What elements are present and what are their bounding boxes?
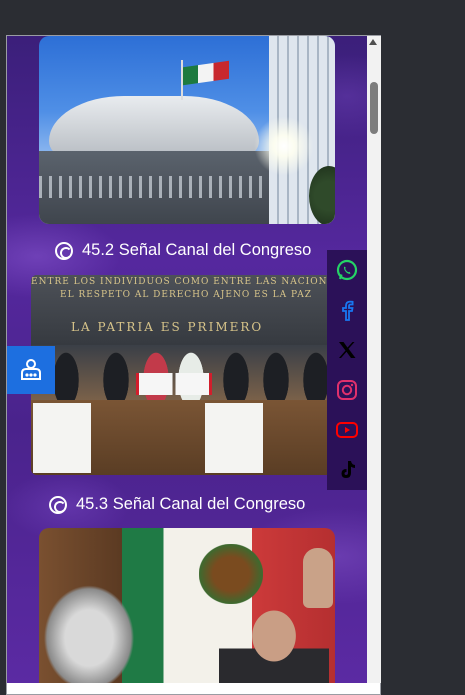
- desk-placard-right: [205, 403, 263, 473]
- desk-placard-left: [33, 403, 91, 473]
- channel-caption-text: 45.2 Señal Canal del Congreso: [82, 241, 312, 259]
- scroll-up-arrow-icon[interactable]: [369, 39, 377, 45]
- news-photo-building[interactable]: [39, 36, 335, 224]
- channel-caption[interactable]: 45.3 Señal Canal del Congreso: [49, 495, 305, 514]
- instagram-icon: [337, 380, 357, 400]
- youtube-icon: [336, 422, 358, 438]
- silver-statue: [39, 568, 149, 683]
- channel-caption-text: 45.3 Señal Canal del Congreso: [76, 495, 306, 513]
- news-photo-speaker[interactable]: [39, 528, 335, 683]
- channel-caption[interactable]: 45.2 Señal Canal del Congreso: [55, 241, 311, 260]
- wall-inscription-line2: EL RESPETO AL DERECHO AJENO ES LA PAZ: [60, 290, 312, 300]
- building-railing: [39, 176, 269, 198]
- youtube-share-button[interactable]: [333, 416, 361, 444]
- tiktok-icon: [341, 461, 355, 478]
- news-photo-chamber[interactable]: ENTRE LOS INDIVIDUOS COMO ENTRE LAS NACI…: [31, 275, 341, 475]
- wall-inscription-line3: LA PATRIA ES PRIMERO: [71, 320, 264, 334]
- tiktok-share-button[interactable]: [333, 456, 361, 484]
- raised-hand: [303, 548, 333, 608]
- scrollbar-thumb[interactable]: [370, 82, 378, 134]
- sun-glare: [254, 116, 314, 176]
- instagram-share-button[interactable]: [333, 376, 361, 404]
- social-share-bar: [327, 250, 367, 490]
- facebook-icon: [342, 300, 354, 321]
- wall-inscription-line1: ENTRE LOS INDIVIDUOS COMO ENTRE LAS NACI…: [31, 277, 341, 287]
- flag-eagle-emblem: [199, 544, 263, 604]
- building-roof: [49, 96, 259, 156]
- whatsapp-share-button[interactable]: [333, 256, 361, 284]
- mexican-flag: [183, 60, 229, 86]
- whatsapp-icon: [336, 259, 358, 281]
- accessibility-button[interactable]: [7, 346, 55, 394]
- signed-documents: [136, 373, 212, 395]
- cc-channel-icon: [55, 241, 73, 260]
- page-viewport: 45.2 Señal Canal del Congreso ENTRE LOS …: [7, 36, 367, 683]
- x-icon: [339, 342, 356, 358]
- accessibility-icon: [21, 359, 41, 380]
- speaker-person: [219, 608, 329, 683]
- facebook-share-button[interactable]: [333, 296, 361, 324]
- cc-channel-icon: [49, 495, 67, 514]
- x-share-button[interactable]: [333, 336, 361, 364]
- vertical-scrollbar[interactable]: [367, 36, 381, 683]
